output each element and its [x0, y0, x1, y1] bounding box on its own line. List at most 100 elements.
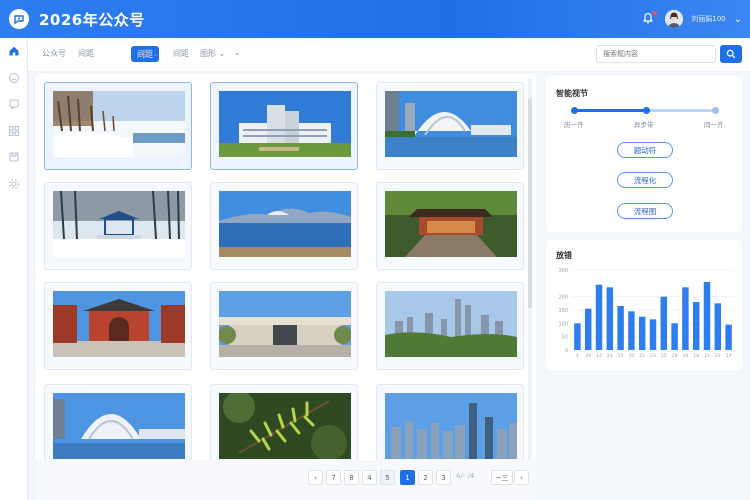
app-title: 2026年公众号 — [39, 10, 145, 29]
step-progress-done — [574, 109, 646, 112]
lake-mountain-thumbnail — [219, 191, 351, 257]
x-tick-label: 20 — [628, 353, 634, 359]
y-tick-label: 100 — [558, 321, 568, 327]
chart-bar[interactable] — [714, 303, 722, 350]
save-icon[interactable] — [7, 150, 21, 164]
notification-bell-icon[interactable] — [641, 11, 658, 27]
y-tick-label: 0 — [565, 348, 568, 354]
image-card-lake-mountain[interactable] — [210, 182, 358, 270]
x-tick-label: 4 — [576, 353, 579, 359]
city-skyline-thumbnail — [385, 291, 517, 357]
x-tick-label: 28 — [585, 353, 591, 359]
filter-bar: 公众号 间距 间距 题 ⌄ 间距 图形 ⌄ ⌄ — [28, 38, 750, 72]
image-card-pine-branch[interactable] — [210, 384, 358, 472]
chart-bar[interactable] — [703, 282, 711, 350]
chart-bar[interactable] — [606, 287, 614, 350]
settings-icon[interactable] — [7, 177, 21, 191]
step-dot[interactable] — [643, 107, 650, 114]
x-tick-label: 21 — [704, 353, 710, 359]
pagination-summary: 4/- /4 — [456, 472, 475, 480]
grid-icon[interactable] — [7, 124, 21, 138]
chart-bar[interactable] — [628, 311, 635, 350]
image-card-red-gate[interactable] — [44, 282, 192, 370]
image-card-modern-building[interactable] — [210, 82, 358, 170]
dropdown-extra[interactable]: ⌄ — [234, 48, 241, 57]
snow-park-thumbnail — [53, 91, 185, 157]
chart-bar[interactable] — [725, 324, 732, 350]
notification-dot — [653, 11, 658, 15]
pagination-page[interactable]: 4 — [362, 470, 377, 485]
steps-panel: 智能视节 历一齐 异步带 同一齐 题动符 流程化 流程图 — [546, 76, 742, 232]
chart-bar[interactable] — [617, 306, 624, 350]
chart-bar[interactable] — [682, 287, 689, 350]
step-label: 历一齐 — [564, 121, 584, 129]
chart-bar[interactable] — [671, 323, 678, 350]
chart-bar[interactable] — [692, 302, 700, 350]
image-card-downtown-towers[interactable] — [376, 384, 524, 472]
pagination-prev-button[interactable]: ‹ — [308, 470, 323, 485]
x-tick-label: 19 — [726, 353, 732, 359]
bar-chart: 0 50 100 150 200 300 4 28 14 23 15 20 21 23 25 28 19 18 21… — [558, 268, 734, 359]
breadcrumb-home[interactable]: 公众号 — [42, 48, 66, 59]
y-tick-label: 300 — [558, 268, 568, 274]
waterfront-arch-thumbnail — [385, 91, 517, 157]
pagination-page[interactable]: 3 — [436, 470, 451, 485]
gallery-scrollbar-thumb[interactable] — [528, 98, 532, 308]
step-progress-pending — [646, 109, 716, 112]
chart-bar[interactable] — [574, 323, 581, 350]
chart-panel: 放错 0 50 100 150 200 300 4 28 14 23 15 20 21 23 25 28 19 1… — [546, 240, 742, 370]
downtown-towers-thumbnail — [385, 393, 517, 459]
breadcrumb-spacing[interactable]: 间距 — [78, 48, 94, 59]
dropdown-graphics[interactable]: 图形 ⌄ — [200, 48, 225, 59]
pagination-page[interactable]: 8 — [344, 470, 359, 485]
image-card-snow-pavilion[interactable] — [44, 182, 192, 270]
chart-bar[interactable] — [649, 319, 657, 350]
user-name[interactable]: 刘丽娟100 — [691, 14, 725, 24]
dropdown-topic[interactable]: 题 ⌄ — [142, 48, 159, 59]
action-button[interactable]: 题动符 — [617, 142, 673, 158]
x-tick-label: 19 — [682, 353, 688, 359]
search-button[interactable] — [720, 45, 742, 63]
search-icon — [726, 49, 736, 59]
image-card-campus-gate[interactable] — [210, 282, 358, 370]
pagination-next-button[interactable]: › — [514, 470, 529, 485]
chart-bar[interactable] — [660, 296, 668, 350]
smile-icon[interactable] — [7, 71, 21, 85]
image-card-arch-bridge[interactable] — [44, 384, 192, 472]
chart-bar[interactable] — [638, 316, 646, 350]
image-card-snow-park[interactable] — [44, 82, 192, 170]
garden-pavilion-thumbnail — [385, 191, 517, 257]
image-card-garden-pavilion[interactable] — [376, 182, 524, 270]
action-button[interactable]: 流程化 — [617, 172, 673, 188]
search-input[interactable] — [596, 45, 716, 63]
x-tick-label: 28 — [672, 353, 678, 359]
user-menu-chevron-icon[interactable]: ⌄ — [734, 14, 742, 25]
pagination: ‹ 7 8 4 5 1 2 3 4/- /4 ~三 › — [36, 460, 536, 500]
x-tick-label: 21 — [639, 353, 645, 359]
pagination-page-current[interactable]: 1 — [400, 470, 415, 485]
image-gallery — [36, 74, 536, 500]
image-card-city-skyline[interactable] — [376, 282, 524, 370]
pagination-jump-input[interactable]: ~三 — [491, 470, 513, 485]
arch-bridge-thumbnail — [53, 393, 185, 459]
step-dot[interactable] — [571, 107, 578, 114]
action-button[interactable]: 流程图 — [617, 203, 673, 219]
pagination-page[interactable]: 7 — [326, 470, 341, 485]
y-tick-label: 200 — [558, 295, 568, 301]
chart-bar[interactable] — [584, 308, 592, 350]
y-tick-label: 150 — [558, 308, 568, 314]
x-tick-label: 15 — [618, 353, 624, 359]
step-dot[interactable] — [712, 107, 719, 114]
pagination-page[interactable]: 2 — [418, 470, 433, 485]
x-tick-label: 23 — [650, 353, 656, 359]
home-icon[interactable] — [7, 44, 21, 58]
user-avatar[interactable] — [665, 10, 684, 28]
dropdown-spacing[interactable]: 间距 — [173, 48, 189, 59]
step-label: 异步带 — [634, 121, 654, 129]
chart-bar[interactable] — [595, 284, 603, 350]
app-logo-icon[interactable] — [9, 9, 29, 29]
pagination-page[interactable]: 5 — [380, 470, 395, 485]
message-icon[interactable] — [7, 97, 21, 111]
campus-gate-thumbnail — [219, 291, 351, 357]
image-card-waterfront-arch[interactable] — [376, 82, 524, 170]
